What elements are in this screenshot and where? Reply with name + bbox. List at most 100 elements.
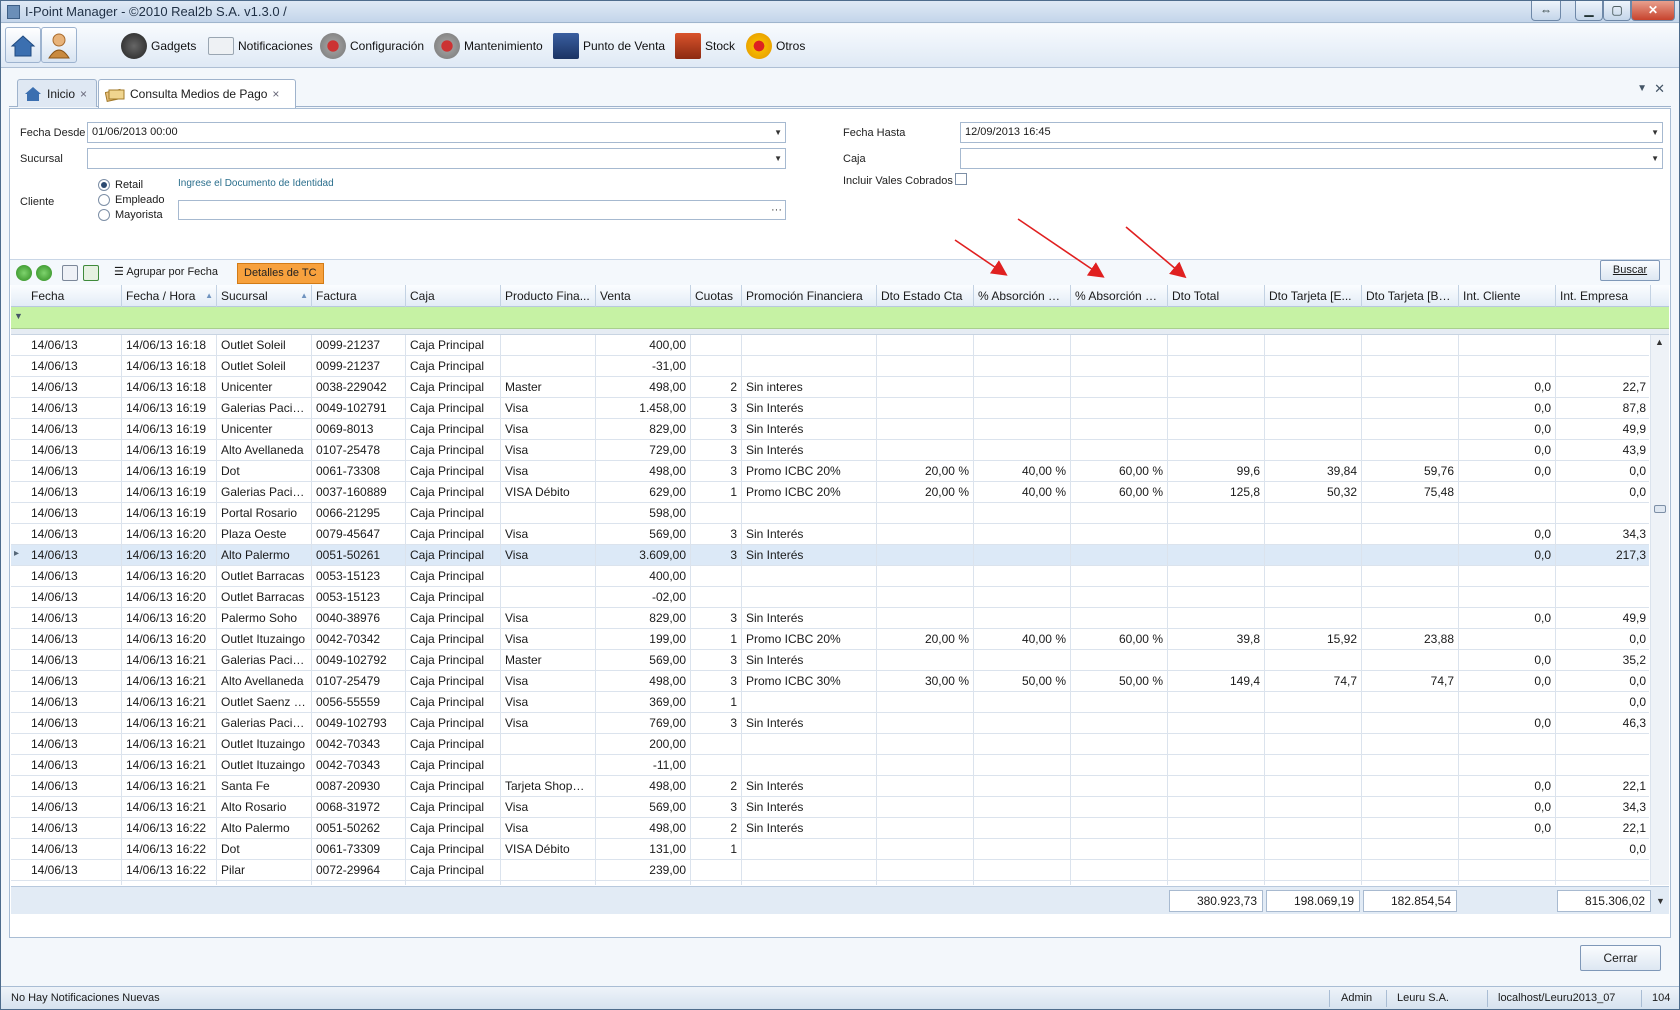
table-row[interactable]: 14/06/13 14/06/13 16:20 Palermo Soho 0040-3… — [11, 608, 1651, 629]
table-cell: 14/06/13 16:21 — [122, 734, 217, 755]
scroll-down-icon[interactable]: ▼ — [1656, 896, 1665, 906]
column-header[interactable]: Int. Empresa — [1556, 285, 1651, 307]
column-header[interactable]: Producto Fina... — [501, 285, 596, 307]
maximize-button[interactable]: ▢ — [1603, 1, 1631, 21]
radio-empleado[interactable]: Empleado — [98, 194, 165, 206]
toolbar-notificaciones[interactable]: Notificaciones — [208, 28, 313, 64]
table-row[interactable]: 14/06/13 14/06/13 16:22 Pilar 0072-29964 Caj… — [11, 860, 1651, 881]
table-row[interactable]: 14/06/13 14/06/13 16:22 Alto Palermo 0051-5… — [11, 818, 1651, 839]
table-row[interactable]: 14/06/13 14/06/13 16:20 Outlet Ituzaingo 00… — [11, 629, 1651, 650]
column-header[interactable]: Dto Tarjeta [E... — [1265, 285, 1362, 307]
toolbar-label: Stock — [705, 39, 736, 53]
table-row[interactable]: 14/06/13 14/06/13 16:19 Alto Avellaneda 010… — [11, 440, 1651, 461]
table-cell: Caja Principal — [406, 461, 501, 482]
fecha-hasta-field[interactable]: 12/09/2013 16:45 ▼ — [960, 122, 1663, 143]
close-icon[interactable]: × — [80, 87, 87, 101]
sort-icon[interactable]: ▲ — [205, 285, 213, 307]
incluir-vales-checkbox[interactable] — [955, 173, 967, 185]
table-row[interactable]: 14/06/13 14/06/13 16:18 Unicenter 0038-2290… — [11, 377, 1651, 398]
table-row[interactable]: 14/06/13 14/06/13 16:19 Galerias Pacific..… — [11, 398, 1651, 419]
radio-retail[interactable]: Retail — [98, 179, 143, 191]
toolbar-stock[interactable]: Stock — [675, 28, 735, 64]
expand-icon[interactable] — [16, 265, 32, 281]
close-button[interactable]: ✕ — [1631, 1, 1675, 21]
column-header[interactable]: Dto Total — [1168, 285, 1265, 307]
detalles-tc-button[interactable]: Detalles de TC — [237, 263, 324, 284]
chevron-down-icon[interactable]: ▼ — [1651, 123, 1659, 142]
table-row[interactable]: 14/06/13 14/06/13 16:20 Outlet Barracas 005… — [11, 566, 1651, 587]
tab-inicio[interactable]: Inicio × — [17, 79, 97, 107]
table-row[interactable]: 14/06/13 14/06/13 16:19 Portal Rosario 0066… — [11, 503, 1651, 524]
table-row[interactable]: 14/06/13 14/06/13 16:22 Dot 0061-73309 Caja … — [11, 839, 1651, 860]
ellipsis-button[interactable]: ··· — [771, 201, 782, 220]
fecha-desde-field[interactable]: 01/06/2013 00:00 ▼ — [87, 122, 786, 143]
cerrar-button[interactable]: Cerrar — [1580, 945, 1661, 971]
table-row[interactable]: 14/06/13 14/06/13 16:21 Alto Rosario 0068-3… — [11, 797, 1651, 818]
table-row[interactable]: 14/06/13 14/06/13 16:18 Outlet Soleil 0099-… — [11, 335, 1651, 356]
toolbar-configuracion[interactable]: Configuración — [320, 28, 424, 64]
toolbar-mantenimiento[interactable]: Mantenimiento — [434, 28, 543, 64]
table-row[interactable]: ▸ 14/06/13 14/06/13 16:20 Alto Palermo 0051-… — [11, 545, 1651, 566]
column-header[interactable]: % Absorción D... — [974, 285, 1071, 307]
chevron-down-icon[interactable]: ▼ — [774, 149, 782, 168]
print-icon[interactable] — [62, 265, 78, 281]
table-cell — [974, 545, 1071, 566]
table-cell — [974, 587, 1071, 608]
table-row[interactable]: 14/06/13 14/06/13 16:21 Outlet Saenz P... 0… — [11, 692, 1651, 713]
vertical-scrollbar[interactable]: ▲ — [1651, 335, 1669, 885]
scroll-up-icon[interactable]: ▲ — [1655, 337, 1664, 347]
agrupar-por-fecha-button[interactable]: ☰ Agrupar por Fecha — [108, 263, 224, 284]
table-row[interactable]: 14/06/13 14/06/13 16:21 Galerias Pacific..… — [11, 650, 1651, 671]
radio-mayorista[interactable]: Mayorista — [98, 209, 163, 221]
table-row[interactable]: 14/06/13 14/06/13 16:21 Alto Avellaneda 010… — [11, 671, 1651, 692]
filter-row[interactable]: ▼ — [11, 307, 1669, 329]
toolbar-otros[interactable]: Otros — [746, 28, 805, 64]
close-all-icon[interactable]: ✕ — [1654, 81, 1665, 97]
table-cell: Outlet Ituzaingo — [217, 629, 312, 650]
column-header[interactable]: Factura — [312, 285, 406, 307]
home-button[interactable] — [5, 27, 41, 63]
toolbar-punto-de-venta[interactable]: Punto de Venta — [553, 28, 665, 64]
column-header[interactable]: Fecha — [27, 285, 122, 307]
column-header[interactable]: Dto Tarjeta [Ba... — [1362, 285, 1459, 307]
column-header[interactable]: Fecha / Hora ▲ — [122, 285, 217, 307]
table-row[interactable]: 14/06/13 14/06/13 16:20 Outlet Barracas 005… — [11, 587, 1651, 608]
tab-consulta-medios-de-pago[interactable]: Consulta Medios de Pago × — [98, 79, 296, 108]
table-cell: 3 — [691, 671, 742, 692]
table-row[interactable]: 14/06/13 14/06/13 16:20 Plaza Oeste 0079-45… — [11, 524, 1651, 545]
chevron-down-icon[interactable]: ▼ — [1651, 149, 1659, 168]
caja-field[interactable]: ▼ — [960, 148, 1663, 169]
table-row[interactable]: 14/06/13 14/06/13 16:21 Outlet Ituzaingo 00… — [11, 734, 1651, 755]
column-header[interactable]: Venta — [596, 285, 691, 307]
table-row[interactable]: 14/06/13 14/06/13 16:21 Galerias Pacific..… — [11, 713, 1651, 734]
toolbar-gadgets[interactable]: Gadgets — [121, 28, 196, 64]
column-header[interactable]: Sucursal ▲ — [217, 285, 312, 307]
column-header[interactable]: Caja — [406, 285, 501, 307]
table-row[interactable]: 14/06/13 14/06/13 16:19 Galerias Pacifico 0… — [11, 482, 1651, 503]
close-icon[interactable]: × — [272, 87, 279, 101]
collapse-icon[interactable] — [36, 265, 52, 281]
documento-field[interactable]: ··· — [178, 200, 786, 220]
column-header[interactable]: Dto Estado Cta — [877, 285, 974, 307]
excel-icon[interactable] — [83, 265, 99, 281]
user-button[interactable] — [41, 27, 77, 63]
sort-icon[interactable]: ▲ — [300, 285, 308, 307]
table-cell — [974, 881, 1071, 885]
table-row[interactable]: 14/06/13 14/06/13 16:18 Outlet Soleil 0099-… — [11, 356, 1651, 377]
table-row[interactable]: 14/06/13 14/06/13 16:19 Dot 0061-73308 Caja … — [11, 461, 1651, 482]
table-row[interactable]: 14/06/13 14/06/13 16:21 Outlet Ituzaingo 00… — [11, 755, 1651, 776]
column-header[interactable]: Int. Cliente — [1459, 285, 1556, 307]
column-header[interactable]: Cuotas — [691, 285, 742, 307]
buscar-button[interactable]: Buscar — [1600, 260, 1660, 281]
chevron-down-icon[interactable]: ▼ — [1637, 83, 1647, 94]
sucursal-field[interactable]: ▼ — [87, 148, 786, 169]
column-header[interactable]: % Absorción D... — [1071, 285, 1168, 307]
table-row[interactable]: 14/06/1314/06/13 16:22Portal Rosario0066… — [11, 881, 1651, 885]
table-row[interactable]: 14/06/13 14/06/13 16:21 Santa Fe 0087-20930… — [11, 776, 1651, 797]
chevron-down-icon[interactable]: ▼ — [774, 123, 782, 142]
minimize-button[interactable]: ▁ — [1575, 1, 1603, 21]
column-header[interactable]: Promoción Financiera — [742, 285, 877, 307]
resize-icon[interactable]: ⇔ — [1531, 1, 1561, 21]
scroll-thumb[interactable] — [1654, 505, 1666, 513]
table-row[interactable]: 14/06/13 14/06/13 16:19 Unicenter 0069-8013… — [11, 419, 1651, 440]
